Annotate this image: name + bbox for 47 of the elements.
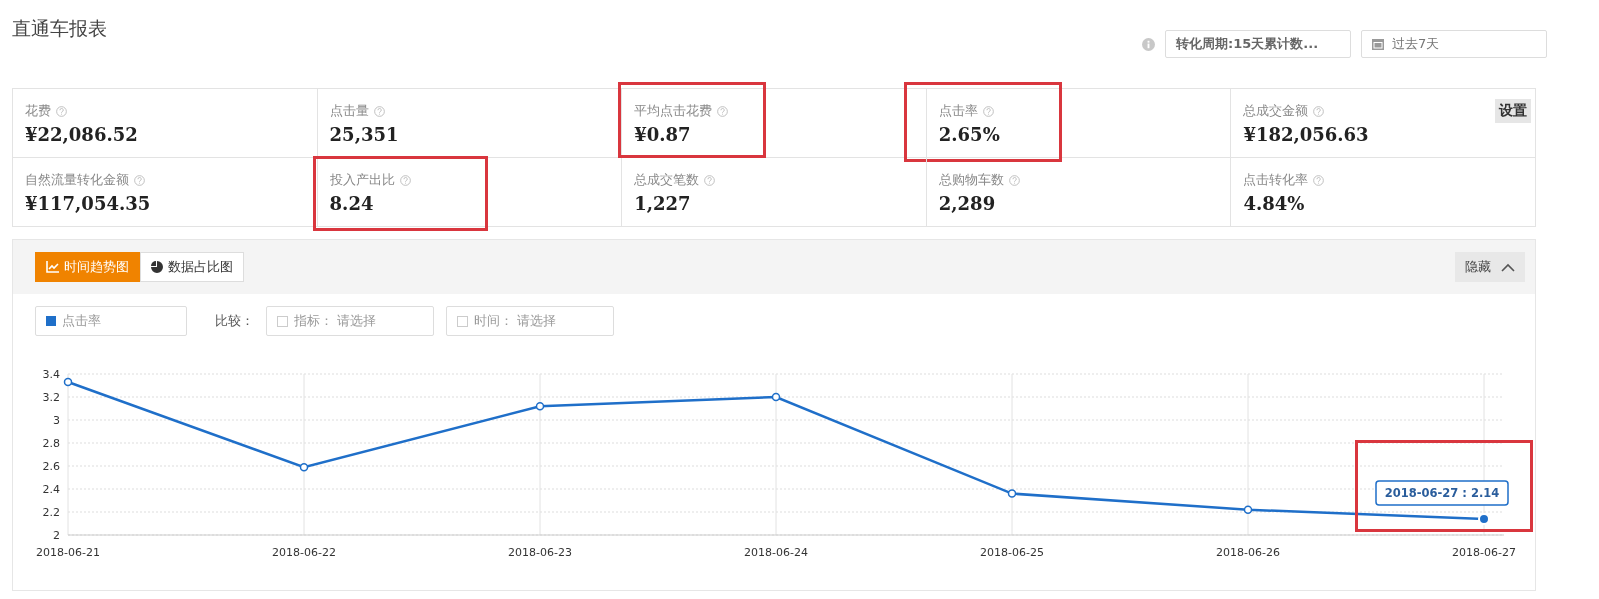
metric-label: 自然流量转化金额 bbox=[25, 172, 129, 189]
date-range-select[interactable]: 过去7天 bbox=[1361, 30, 1547, 58]
metric-value: ¥182,056.63 bbox=[1243, 124, 1370, 145]
metric-value: 2.65% bbox=[938, 124, 1001, 145]
x-tick-label: 2018-06-22 bbox=[272, 546, 336, 559]
y-tick-label: 2.8 bbox=[42, 437, 60, 450]
chart-tab[interactable]: 时间趋势图 bbox=[35, 252, 140, 282]
x-tick-label: 2018-06-24 bbox=[744, 546, 808, 559]
y-tick-label: 2.4 bbox=[42, 483, 60, 496]
metric-label: 花费 bbox=[25, 103, 51, 120]
metric-value: 2,289 bbox=[938, 193, 997, 214]
metric-value: 1,227 bbox=[634, 193, 692, 214]
metric-label: 点击量 bbox=[329, 103, 369, 120]
y-tick-label: 3.2 bbox=[42, 391, 60, 404]
metric-select[interactable]: 点击率 bbox=[35, 306, 187, 336]
metric-label: 平均点击花费 bbox=[634, 103, 713, 120]
metric-label: 点击率 bbox=[938, 103, 978, 120]
settings-button[interactable]: 设置 bbox=[1495, 99, 1531, 123]
metric-label: 总成交笔数 bbox=[634, 172, 700, 189]
metric-value: ¥22,086.52 bbox=[25, 124, 139, 145]
conversion-period-select[interactable]: 转化周期:15天累计数... bbox=[1165, 30, 1351, 58]
x-tick-label: 2018-06-23 bbox=[508, 546, 572, 559]
y-tick-label: 3.4 bbox=[42, 368, 60, 381]
y-tick-label: 2.2 bbox=[42, 506, 60, 519]
compare-select[interactable]: 指标： 请选择 bbox=[266, 306, 434, 336]
x-tick-label: 2018-06-27 bbox=[1452, 546, 1516, 559]
metric-value: 4.84% bbox=[1243, 193, 1306, 214]
chart-tab[interactable]: 数据占比图 bbox=[140, 252, 244, 282]
x-tick-label: 2018-06-21 bbox=[36, 546, 100, 559]
metric-label: 点击转化率 bbox=[1243, 172, 1309, 189]
compare-select[interactable]: 时间： 请选择 bbox=[446, 306, 614, 336]
metric-label: 总购物车数 bbox=[938, 172, 1004, 189]
page-title: 直通车报表 bbox=[12, 16, 107, 41]
y-tick-label: 2 bbox=[53, 529, 60, 542]
y-tick-label: 3 bbox=[53, 414, 60, 427]
compare-label: 比较： bbox=[215, 312, 254, 330]
tooltip: 2018-06-27 : 2.14 bbox=[1375, 480, 1509, 506]
metric-value: 8.24 bbox=[329, 193, 375, 214]
metric-value: ¥117,054.35 bbox=[25, 193, 152, 214]
metric-label: 总成交金额 bbox=[1243, 103, 1309, 120]
hide-button[interactable]: 隐藏 bbox=[1455, 252, 1525, 282]
metric-value: ¥0.87 bbox=[634, 124, 692, 145]
metric-label: 投入产出比 bbox=[329, 172, 395, 189]
y-tick-label: 2.6 bbox=[42, 460, 60, 473]
metric-value: 25,351 bbox=[329, 124, 400, 145]
x-tick-label: 2018-06-26 bbox=[1216, 546, 1280, 559]
x-tick-label: 2018-06-25 bbox=[980, 546, 1044, 559]
